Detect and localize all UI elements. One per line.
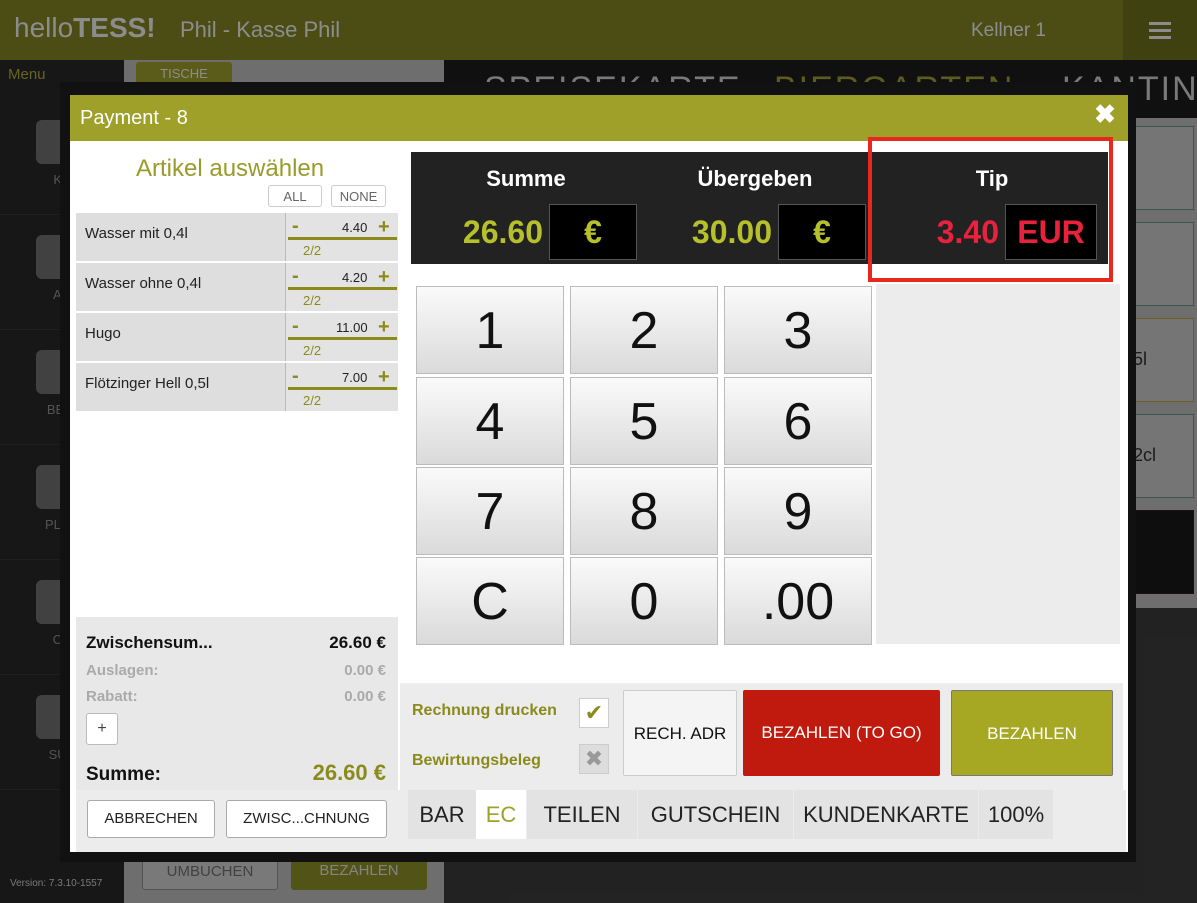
article-quantity: 2/2: [303, 293, 322, 308]
rabatt-value: 0.00 €: [344, 688, 386, 705]
key-8[interactable]: 8: [570, 467, 718, 555]
dialog-title: Payment - 8: [80, 107, 188, 129]
article-name: Wasser mit 0,4l: [85, 225, 188, 242]
article-quantity-control: - 4.20 + 2/2: [285, 263, 398, 311]
quantity-bar: [288, 337, 397, 340]
cross-icon[interactable]: ✖: [579, 744, 609, 774]
summe-total-label: Summe: [486, 166, 566, 191]
auslagen-value: 0.00 €: [344, 662, 386, 679]
minus-icon[interactable]: -: [292, 365, 299, 388]
article-quantity-control: - 7.00 + 2/2: [285, 363, 398, 411]
rechnungsadresse-button[interactable]: RECH. ADR: [623, 690, 737, 776]
article-price: 7.00: [342, 370, 368, 385]
key-3[interactable]: 3: [724, 286, 872, 374]
article-row[interactable]: Wasser ohne 0,4l - 4.20 + 2/2: [76, 263, 398, 312]
article-name: Flötzinger Hell 0,5l: [85, 375, 210, 392]
minus-icon[interactable]: -: [292, 265, 299, 288]
tab-bar[interactable]: BAR: [408, 790, 476, 839]
key-double-zero[interactable]: .00: [724, 557, 872, 645]
article-row[interactable]: Hugo - 11.00 + 2/2: [76, 313, 398, 362]
dialog-header: [70, 95, 1128, 141]
article-select-title: Artikel auswählen: [136, 155, 325, 182]
abbrechen-button[interactable]: ABBRECHEN: [87, 800, 215, 838]
article-price: 4.40: [342, 220, 368, 235]
key-2[interactable]: 2: [570, 286, 718, 374]
article-quantity-control: - 4.40 + 2/2: [285, 213, 398, 261]
plus-icon[interactable]: +: [378, 316, 390, 339]
pos-app: helloTESS! Phil - Kasse Phil Kellner 1 M…: [0, 0, 1197, 903]
uebergeben-value[interactable]: 30.00: [642, 214, 772, 251]
uebergeben-total: Übergeben 30.00 €: [642, 152, 868, 264]
key-1[interactable]: 1: [416, 286, 564, 374]
plus-icon[interactable]: +: [378, 366, 390, 389]
bewirtungsbeleg-label: Bewirtungsbeleg: [412, 752, 541, 769]
tab-teilen[interactable]: TEILEN: [527, 790, 637, 839]
bezahlen-button[interactable]: BEZAHLEN: [951, 690, 1113, 776]
article-row[interactable]: Flötzinger Hell 0,5l - 7.00 + 2/2: [76, 363, 398, 412]
article-name: Hugo: [85, 325, 121, 342]
article-quantity: 2/2: [303, 343, 322, 358]
article-name: Wasser ohne 0,4l: [85, 275, 202, 292]
key-clear[interactable]: C: [416, 557, 564, 645]
auslagen-label: Auslagen:: [86, 662, 159, 679]
close-icon[interactable]: ✖: [1086, 96, 1124, 134]
article-quantity-control: - 11.00 + 2/2: [285, 313, 398, 361]
add-adjustment-button[interactable]: +: [86, 713, 118, 745]
rechnung-drucken-label: Rechnung drucken: [412, 702, 557, 719]
summe-total-value: 26.60: [462, 214, 543, 250]
tip-highlight-box: [868, 137, 1113, 282]
article-quantity: 2/2: [303, 393, 322, 408]
checkmark-icon[interactable]: ✔: [579, 698, 609, 728]
plus-icon[interactable]: +: [378, 266, 390, 289]
minus-icon[interactable]: -: [292, 315, 299, 338]
select-none-button[interactable]: NONE: [331, 185, 386, 207]
minus-icon[interactable]: -: [292, 215, 299, 238]
article-quantity: 2/2: [303, 243, 322, 258]
tab-kundenkarte[interactable]: KUNDENKARTE: [794, 790, 978, 839]
key-5[interactable]: 5: [570, 377, 718, 465]
uebergeben-currency: €: [778, 204, 866, 260]
select-all-button[interactable]: ALL: [268, 185, 322, 207]
summe-value: 26.60 €: [312, 760, 386, 785]
key-4[interactable]: 4: [416, 377, 564, 465]
zwischensumme-label: Zwischensum...: [86, 633, 213, 652]
uebergeben-label: Übergeben: [697, 166, 813, 191]
tab-gutschein[interactable]: GUTSCHEIN: [638, 790, 793, 839]
key-6[interactable]: 6: [724, 377, 872, 465]
plus-icon[interactable]: +: [378, 216, 390, 239]
quantity-bar: [288, 387, 397, 390]
keypad-side-area: [876, 284, 1120, 644]
key-7[interactable]: 7: [416, 467, 564, 555]
quantity-bar: [288, 237, 397, 240]
zwischenrechnung-button[interactable]: ZWISC...CHNUNG: [226, 800, 387, 838]
article-price: 11.00: [336, 320, 368, 335]
article-row[interactable]: Wasser mit 0,4l - 4.40 + 2/2: [76, 213, 398, 262]
summe-label: Summe:: [86, 764, 161, 785]
quantity-bar: [288, 287, 397, 290]
zwischensumme-value: 26.60 €: [329, 633, 386, 652]
summe-total: Summe 26.60 €: [411, 152, 641, 264]
summe-total-currency: €: [549, 204, 637, 260]
key-9[interactable]: 9: [724, 467, 872, 555]
tab-ec[interactable]: EC: [476, 790, 526, 839]
key-0[interactable]: 0: [570, 557, 718, 645]
article-price: 4.20: [342, 270, 368, 285]
tab-100-percent[interactable]: 100%: [979, 790, 1053, 839]
rabatt-label: Rabatt:: [86, 688, 138, 705]
bezahlen-to-go-button[interactable]: BEZAHLEN (TO GO): [743, 690, 940, 776]
